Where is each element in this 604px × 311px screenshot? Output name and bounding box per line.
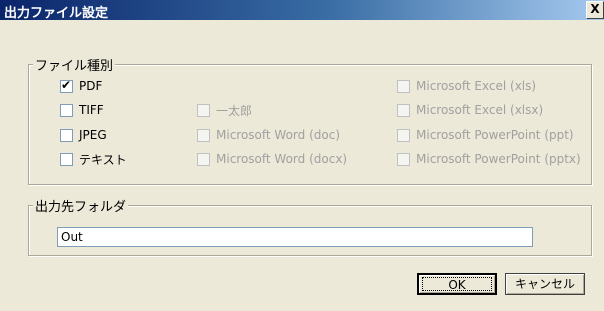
checkbox-pptx[interactable]: Microsoft PowerPoint (pptx) — [397, 151, 581, 167]
output-folder-legend: 出力先フォルダ — [33, 196, 129, 215]
checkbox-label-tiff: TIFF — [79, 103, 104, 117]
checkbox-label-word-doc: Microsoft Word (doc) — [216, 128, 341, 142]
output-folder-group: 出力先フォルダ — [28, 196, 592, 256]
checkbox-jpeg[interactable]: JPEG — [60, 127, 107, 143]
focus-rect — [422, 277, 492, 291]
checkbox-label-ichitaro: 一太郎 — [216, 103, 253, 118]
checkbox-text[interactable]: テキスト — [60, 151, 127, 167]
checkbox-label-excel-xlsx: Microsoft Excel (xlsx) — [416, 103, 544, 117]
window-title: 出力ファイル設定 — [4, 6, 109, 21]
checkbox-box-word-docx[interactable] — [197, 152, 210, 166]
file-type-legend: ファイル種別 — [33, 55, 116, 74]
cancel-button-label: キャンセル — [514, 277, 575, 291]
checkbox-box-text[interactable] — [60, 152, 73, 166]
ok-button[interactable]: OK — [417, 273, 497, 295]
checkbox-box-pptx[interactable] — [397, 152, 410, 166]
checkbox-ichitaro[interactable]: 一太郎 — [197, 102, 252, 118]
checkbox-box-jpeg[interactable] — [60, 128, 73, 142]
checkbox-box-excel-xls[interactable] — [397, 79, 410, 93]
checkbox-excel-xls[interactable]: Microsoft Excel (xls) — [397, 78, 536, 94]
checkbox-label-pdf: PDF — [79, 79, 103, 93]
checkbox-box-word-doc[interactable] — [197, 128, 210, 142]
checkbox-box-pdf[interactable] — [60, 78, 73, 93]
cancel-button[interactable]: キャンセル — [505, 273, 585, 295]
checkbox-label-text: テキスト — [79, 152, 127, 167]
checkbox-label-excel-xls: Microsoft Excel (xls) — [416, 79, 537, 93]
close-button[interactable]: X — [586, 1, 604, 19]
checkbox-label-jpeg: JPEG — [79, 128, 107, 142]
checkbox-word-doc[interactable]: Microsoft Word (doc) — [197, 127, 340, 143]
title-bar: 出力ファイル設定 X — [0, 0, 604, 21]
checkbox-tiff[interactable]: TIFF — [60, 102, 104, 118]
checkbox-label-word-docx: Microsoft Word (docx) — [216, 152, 348, 166]
checkbox-box-ppt[interactable] — [397, 128, 410, 142]
checkbox-ppt[interactable]: Microsoft PowerPoint (ppt) — [397, 127, 574, 143]
checkbox-label-ppt: Microsoft PowerPoint (ppt) — [416, 128, 574, 142]
checkbox-word-docx[interactable]: Microsoft Word (docx) — [197, 151, 347, 167]
checkbox-box-ichitaro[interactable] — [197, 103, 210, 117]
checkbox-excel-xlsx[interactable]: Microsoft Excel (xlsx) — [397, 102, 543, 118]
output-folder-input[interactable]: Out — [57, 227, 533, 247]
close-icon: X — [590, 2, 600, 16]
checkbox-label-pptx: Microsoft PowerPoint (pptx) — [416, 152, 581, 166]
checkbox-pdf[interactable]: PDF — [60, 78, 102, 94]
checkbox-box-excel-xlsx[interactable] — [397, 103, 410, 117]
checkbox-box-tiff[interactable] — [60, 103, 73, 117]
